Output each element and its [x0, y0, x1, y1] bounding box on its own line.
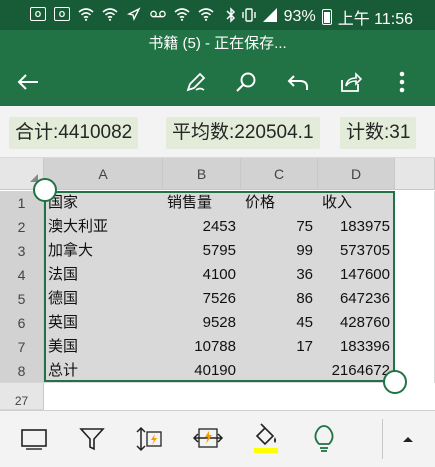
flash-fill-button[interactable]	[190, 421, 226, 457]
table-cell[interactable]: 17	[241, 335, 318, 359]
table-cell[interactable]: 183396	[318, 335, 395, 359]
row-header[interactable]: 5	[0, 287, 44, 311]
ideas-button[interactable]	[306, 421, 342, 457]
send-icon	[126, 7, 142, 21]
bottom-toolbar	[0, 410, 435, 467]
table-cell[interactable]: 9528	[163, 311, 241, 335]
clock: 上午 11:56	[337, 11, 413, 28]
table-cell[interactable]: 4100	[163, 263, 241, 287]
table-cell[interactable]: 573705	[318, 239, 395, 263]
search-icon	[236, 72, 256, 92]
header-cell[interactable]: 国家	[44, 191, 163, 215]
table-cell[interactable]: 10788	[163, 335, 241, 359]
more-button[interactable]	[386, 66, 418, 98]
share-button[interactable]	[334, 66, 366, 98]
row-header[interactable]: 27	[0, 383, 44, 410]
row-header[interactable]: 2	[0, 215, 44, 239]
row-header[interactable]: 8	[0, 359, 44, 383]
column-header-c[interactable]: C	[241, 158, 318, 190]
count-stat[interactable]: 计数:31	[340, 117, 417, 149]
search-button[interactable]	[230, 66, 262, 98]
battery-icon	[321, 9, 332, 25]
sort-icon	[136, 426, 162, 452]
office-app-icon: O	[30, 7, 46, 21]
column-header-b[interactable]: B	[163, 158, 241, 190]
table-cell[interactable]: 5795	[163, 239, 241, 263]
flash-fill-icon	[192, 428, 224, 448]
wifi-icon	[198, 7, 214, 21]
table-cell[interactable]: 183975	[318, 215, 395, 239]
more-icon	[399, 71, 405, 93]
table-cell[interactable]: 45	[241, 311, 318, 335]
column-header-d[interactable]: D	[318, 158, 395, 190]
table-cell[interactable]: 99	[241, 239, 318, 263]
table-cell[interactable]: 美国	[44, 335, 163, 359]
fill-color-button[interactable]	[248, 421, 284, 457]
column-header-e[interactable]	[395, 158, 435, 190]
document-title: 书籍 (5) - 正在保存...	[0, 30, 435, 58]
table-cell[interactable]	[241, 359, 318, 383]
undo-icon	[287, 75, 308, 90]
pen-icon	[186, 72, 206, 92]
table-cell[interactable]: 2453	[163, 215, 241, 239]
table-cell[interactable]: 86	[241, 287, 318, 311]
table-cell[interactable]: 法国	[44, 263, 163, 287]
table-cell[interactable]: 总计	[44, 359, 163, 383]
vibrate-icon	[241, 7, 256, 28]
status-bar: O O 93% 上午 11:56	[0, 0, 435, 30]
table-cell[interactable]: 428760	[318, 311, 395, 335]
table-cell[interactable]: 加拿大	[44, 239, 163, 263]
table-cell[interactable]: 75	[241, 215, 318, 239]
row-header[interactable]: 4	[0, 263, 44, 287]
wifi-icon	[78, 7, 94, 21]
average-stat[interactable]: 平均数:220504.1	[166, 117, 320, 149]
undo-button[interactable]	[282, 66, 314, 98]
wifi-icon	[102, 7, 118, 21]
chart-icon	[21, 429, 47, 450]
header-cell[interactable]: 收入	[318, 191, 395, 215]
expand-icon	[403, 437, 413, 442]
bluetooth-icon	[226, 6, 236, 28]
chart-button[interactable]	[16, 421, 52, 457]
share-icon	[341, 72, 362, 92]
ideas-icon	[314, 425, 334, 452]
toolbar-divider	[382, 419, 383, 459]
column-header-a[interactable]: A	[44, 158, 163, 190]
table-cell[interactable]: 英国	[44, 311, 163, 335]
battery-percent: 93%	[283, 8, 316, 25]
table-cell[interactable]: 澳大利亚	[44, 215, 163, 239]
table-cell[interactable]: 36	[241, 263, 318, 287]
outlook-app-icon: O	[54, 7, 70, 21]
empty-column[interactable]	[395, 191, 435, 383]
row-header[interactable]: 6	[0, 311, 44, 335]
signal-icon	[262, 7, 278, 28]
filter-button[interactable]	[74, 421, 110, 457]
row-header[interactable]: 7	[0, 335, 44, 359]
selection-end-handle[interactable]	[383, 370, 407, 394]
selection-start-handle[interactable]	[33, 178, 57, 202]
back-arrow-icon	[17, 74, 38, 90]
wifi-icon	[174, 7, 190, 21]
table-cell[interactable]: 147600	[318, 263, 395, 287]
header-cell[interactable]: 价格	[241, 191, 318, 215]
expand-ribbon-button[interactable]	[390, 421, 426, 457]
status-summary-bar: 合计:4410082 平均数:220504.1 计数:31	[0, 106, 435, 158]
system-icons: 93% 上午 11:56	[226, 5, 413, 29]
table-cell[interactable]: 40190	[163, 359, 241, 383]
table-cell[interactable]: 647236	[318, 287, 395, 311]
sum-stat[interactable]: 合计:4410082	[9, 117, 139, 149]
row-header[interactable]: 3	[0, 239, 44, 263]
spreadsheet-grid[interactable]: A B C D 1 2 3 4 5 6 7 8 27 国家 销售量 价格 收入 …	[0, 158, 435, 410]
table-cell[interactable]: 德国	[44, 287, 163, 311]
voicemail-icon	[150, 7, 166, 21]
top-toolbar	[0, 58, 435, 106]
back-button[interactable]	[12, 66, 44, 98]
header-cell[interactable]: 销售量	[163, 191, 241, 215]
table-cell[interactable]: 7526	[163, 287, 241, 311]
filter-icon	[79, 428, 105, 451]
draw-button[interactable]	[180, 66, 212, 98]
sort-button[interactable]	[131, 421, 167, 457]
fill-color-icon	[254, 423, 278, 453]
notification-icons: O O	[30, 7, 214, 21]
